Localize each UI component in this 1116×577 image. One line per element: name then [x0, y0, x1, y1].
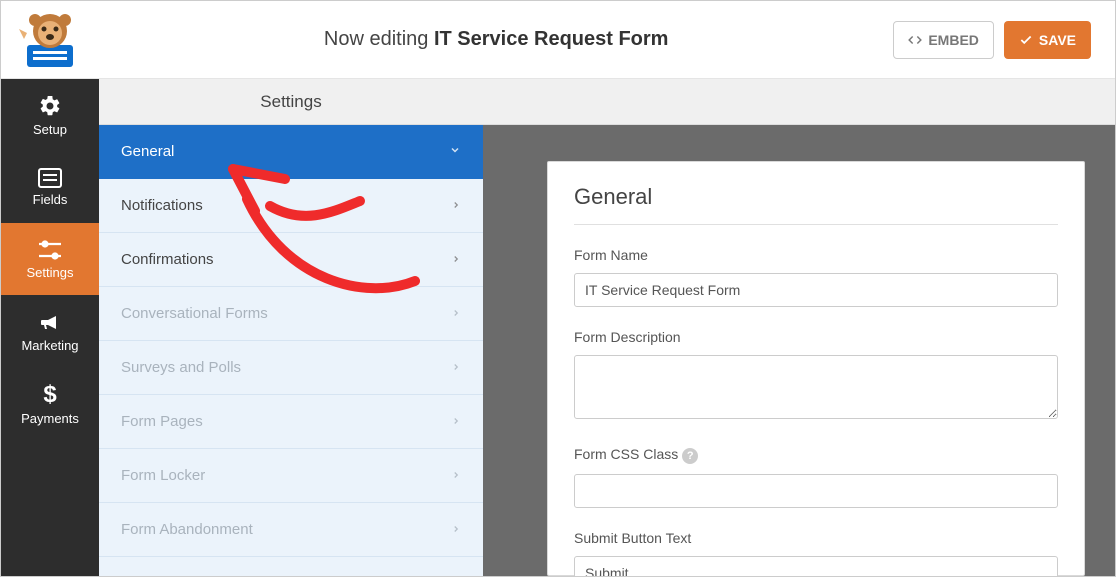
main-area: Setup Fields Settings Marketing	[1, 79, 1115, 576]
bullhorn-icon	[38, 310, 62, 334]
submenu-header: Settings	[99, 79, 483, 125]
chevron-right-icon	[451, 522, 461, 537]
submenu-item-label: General	[121, 143, 174, 160]
chevron-right-icon	[451, 468, 461, 483]
editing-form-title: IT Service Request Form	[434, 28, 669, 50]
nav-settings-label: Settings	[27, 265, 74, 280]
form-description-label: Form Description	[574, 329, 1058, 345]
topbar: Now editing IT Service Request Form EMBE…	[1, 1, 1115, 79]
submenu-item-label: Surveys and Polls	[121, 359, 241, 376]
chevron-right-icon	[451, 360, 461, 375]
submenu-item-form-abandonment[interactable]: Form Abandonment	[99, 503, 483, 557]
sliders-icon	[37, 239, 63, 261]
gear-icon	[38, 94, 62, 118]
form-description-input[interactable]	[574, 355, 1058, 419]
settings-submenu: Settings General Notifications Confirmat…	[99, 79, 483, 576]
field-form-css-class: Form CSS Class?	[574, 446, 1058, 508]
submenu-item-label: Notifications	[121, 197, 203, 214]
content-area: General Form Name Form Description Form …	[483, 79, 1115, 576]
nav-setup-label: Setup	[33, 122, 67, 137]
content-scroll: General Form Name Form Description Form …	[483, 125, 1115, 576]
save-label: SAVE	[1039, 32, 1076, 48]
list-icon	[38, 168, 62, 188]
nav-fields-label: Fields	[33, 192, 68, 207]
bear-logo-icon	[15, 11, 85, 69]
form-css-class-input[interactable]	[574, 474, 1058, 508]
check-icon	[1019, 33, 1033, 47]
field-form-description: Form Description	[574, 329, 1058, 424]
nav-setup[interactable]: Setup	[1, 79, 99, 151]
submenu-item-label: Form Abandonment	[121, 521, 253, 538]
editing-title: Now editing IT Service Request Form	[99, 28, 893, 51]
chevron-right-icon	[451, 198, 461, 213]
panel-heading: General	[574, 184, 1058, 225]
embed-label: EMBED	[928, 32, 979, 48]
field-submit-button-text: Submit Button Text	[574, 530, 1058, 576]
editing-prefix: Now editing	[324, 28, 434, 50]
embed-button[interactable]: EMBED	[893, 21, 994, 59]
chevron-right-icon	[451, 414, 461, 429]
nav-fields[interactable]: Fields	[1, 151, 99, 223]
submenu-item-surveys-polls[interactable]: Surveys and Polls	[99, 341, 483, 395]
submenu-item-label: Confirmations	[121, 251, 214, 268]
submenu-item-general[interactable]: General	[99, 125, 483, 179]
submenu-item-label: Conversational Forms	[121, 305, 268, 322]
nav-marketing[interactable]: Marketing	[1, 295, 99, 367]
svg-text:$: $	[43, 381, 57, 407]
form-name-label: Form Name	[574, 247, 1058, 263]
code-icon	[908, 33, 922, 47]
nav-settings[interactable]: Settings	[1, 223, 99, 295]
dollar-icon: $	[40, 381, 60, 407]
submenu-item-label: Form Pages	[121, 413, 203, 430]
primary-nav: Setup Fields Settings Marketing	[1, 79, 99, 576]
submenu-item-form-pages[interactable]: Form Pages	[99, 395, 483, 449]
form-name-input[interactable]	[574, 273, 1058, 307]
field-form-name: Form Name	[574, 247, 1058, 307]
nav-marketing-label: Marketing	[21, 338, 78, 353]
nav-payments-label: Payments	[21, 411, 79, 426]
content-topstrip	[483, 79, 1115, 125]
submit-button-text-label: Submit Button Text	[574, 530, 1058, 546]
nav-payments[interactable]: $ Payments	[1, 367, 99, 439]
save-button[interactable]: SAVE	[1004, 21, 1091, 59]
chevron-right-icon	[451, 306, 461, 321]
submenu-item-notifications[interactable]: Notifications	[99, 179, 483, 233]
submenu-item-conversational-forms[interactable]: Conversational Forms	[99, 287, 483, 341]
submenu-item-form-locker[interactable]: Form Locker	[99, 449, 483, 503]
submit-button-text-input[interactable]	[574, 556, 1058, 576]
submenu-item-label: Form Locker	[121, 467, 205, 484]
form-css-class-label: Form CSS Class?	[574, 446, 1058, 464]
submenu-item-confirmations[interactable]: Confirmations	[99, 233, 483, 287]
chevron-down-icon	[449, 144, 461, 159]
help-icon[interactable]: ?	[682, 448, 698, 464]
general-settings-panel: General Form Name Form Description Form …	[547, 161, 1085, 576]
app-logo	[1, 11, 99, 69]
topbar-actions: EMBED SAVE	[893, 21, 1115, 59]
chevron-right-icon	[451, 252, 461, 267]
